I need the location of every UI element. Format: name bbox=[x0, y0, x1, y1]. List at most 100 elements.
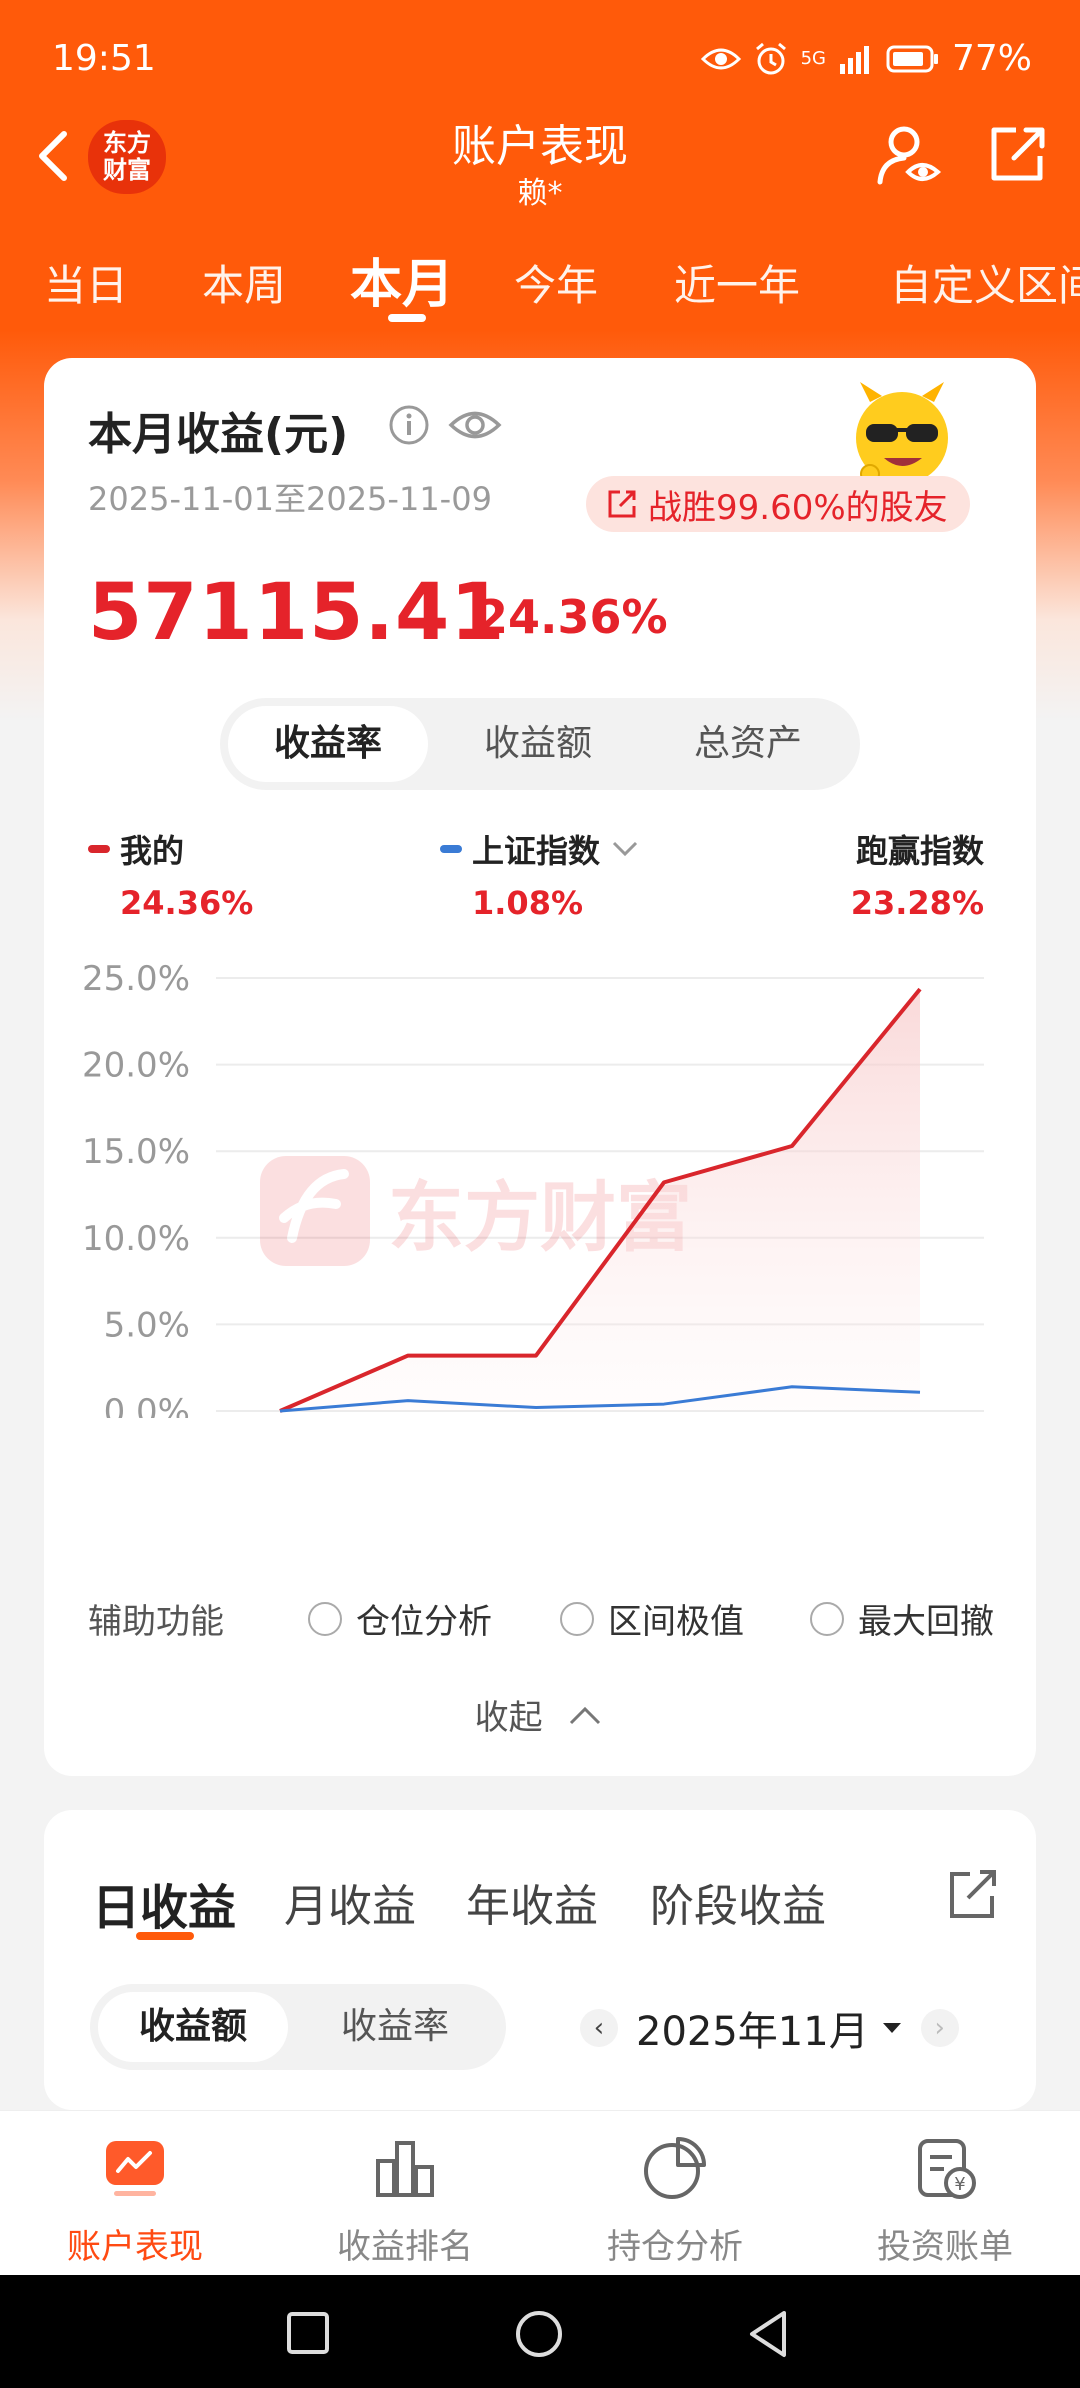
beat-rank-badge[interactable]: 战胜99.60%的股友 bbox=[586, 476, 970, 532]
legend-index-name: 上证指数 bbox=[472, 832, 601, 870]
bottom-nav-ranking[interactable]: 收益排名 bbox=[270, 2111, 540, 2276]
y-tick-label: 10.0% bbox=[82, 1219, 190, 1259]
profit-rate: 24.36% bbox=[476, 590, 668, 644]
legend-index-swatch bbox=[440, 845, 462, 853]
caret-down-icon[interactable] bbox=[881, 2021, 903, 2035]
y-tick-label: 15.0% bbox=[82, 1132, 190, 1172]
income-card: 日收益 月收益 年收益 阶段收益 收益额 收益率 ‹ 2025年11月 › bbox=[44, 1810, 1036, 2110]
tab-custom[interactable]: 自定义区间 bbox=[890, 252, 1080, 313]
bottom-nav-bill-label: 投资账单 bbox=[877, 2227, 1013, 2267]
bottom-nav-account[interactable]: 账户表现 bbox=[0, 2111, 270, 2276]
nav-header: 东方 财富 账户表现 赖* bbox=[0, 100, 1080, 220]
radio-position[interactable] bbox=[308, 1601, 342, 1636]
bill-icon: ¥ bbox=[918, 2139, 976, 2199]
y-tick-label: 25.0% bbox=[82, 959, 190, 999]
bottom-nav-ranking-label: 收益排名 bbox=[337, 2227, 473, 2267]
battery-icon bbox=[886, 45, 938, 72]
legend-mine: 我的 24.36% bbox=[88, 826, 253, 922]
recent-apps-icon[interactable] bbox=[286, 2311, 330, 2355]
bottom-nav-account-label: 账户表现 bbox=[67, 2227, 203, 2267]
income-tab-monthly[interactable]: 月收益 bbox=[284, 1870, 416, 1934]
legend-index[interactable]: 上证指数 1.08% bbox=[440, 826, 640, 922]
aux-option-drawdown[interactable]: 最大回撤 bbox=[810, 1594, 994, 1643]
visibility-eye-icon[interactable] bbox=[448, 402, 502, 448]
metric-tab-assets[interactable]: 总资产 bbox=[648, 706, 848, 782]
income-metric-rate[interactable]: 收益率 bbox=[300, 1992, 490, 2062]
radio-drawdown[interactable] bbox=[810, 1601, 844, 1636]
prev-month-button[interactable]: ‹ bbox=[580, 2009, 618, 2047]
status-time: 19:51 bbox=[52, 38, 156, 79]
chevron-up-icon bbox=[570, 1706, 601, 1724]
network-label: 5G bbox=[800, 47, 826, 69]
tab-year[interactable]: 今年 bbox=[514, 252, 598, 313]
bottom-nav: 账户表现 收益排名 持仓分析 ¥ 投资账单 bbox=[0, 2110, 1080, 2275]
month-selector: ‹ 2025年11月 › bbox=[580, 1988, 959, 2068]
bottom-nav-holdings-label: 持仓分析 bbox=[607, 2227, 743, 2267]
tab-today[interactable]: 当日 bbox=[44, 252, 128, 313]
legend-outperform-value: 23.28% bbox=[850, 884, 984, 922]
account-chart-icon bbox=[106, 2141, 164, 2196]
aux-option-drawdown-label: 最大回撤 bbox=[858, 1602, 994, 1642]
date-range: 2025-11-01至2025-11-09 bbox=[88, 480, 492, 518]
y-tick-label: 20.0% bbox=[82, 1046, 190, 1086]
profit-amount: 57115.41 bbox=[88, 568, 506, 658]
battery-level: 77% bbox=[951, 38, 1032, 79]
pie-chart-icon bbox=[644, 2137, 706, 2199]
info-icon[interactable] bbox=[388, 404, 430, 446]
summary-card: 本月收益(元) 2025-11-01至2025-11-09 战胜99.60%的股… bbox=[44, 358, 1036, 1776]
income-tab-indicator bbox=[136, 1932, 194, 1940]
system-nav-bar bbox=[0, 2275, 1080, 2388]
legend-mine-swatch bbox=[88, 845, 110, 853]
export-icon[interactable] bbox=[944, 1866, 1000, 1922]
metric-switch: 收益率 收益额 总资产 bbox=[220, 698, 860, 790]
period-tabs: 当日 本周 本月 今年 近一年 自定义区间 bbox=[0, 240, 1080, 330]
legend-mine-name: 我的 bbox=[120, 832, 185, 870]
aux-option-extreme[interactable]: 区间极值 bbox=[560, 1594, 744, 1643]
radio-extreme[interactable] bbox=[560, 1601, 594, 1636]
legend-outperform: 跑赢指数 23.28% bbox=[851, 826, 984, 922]
status-bar: 19:51 5G 77% bbox=[0, 0, 1080, 115]
share-icon[interactable] bbox=[986, 124, 1048, 186]
tab-week[interactable]: 本周 bbox=[202, 252, 286, 313]
legend-mine-value: 24.36% bbox=[120, 884, 254, 922]
beat-rank-text: 战胜99.60%的股友 bbox=[648, 487, 948, 528]
bottom-nav-holdings[interactable]: 持仓分析 bbox=[540, 2111, 810, 2276]
back-nav-icon[interactable] bbox=[746, 2309, 790, 2359]
status-icons: 5G 77% bbox=[700, 38, 1032, 79]
aux-label: 辅助功能 bbox=[88, 1602, 224, 1642]
income-tab-yearly[interactable]: 年收益 bbox=[466, 1870, 598, 1934]
legend-index-value: 1.08% bbox=[472, 884, 584, 922]
income-tab-daily[interactable]: 日收益 bbox=[92, 1868, 236, 1938]
summary-title: 本月收益(元) bbox=[88, 409, 349, 460]
legend-outperform-name: 跑赢指数 bbox=[855, 832, 984, 870]
alarm-icon bbox=[755, 42, 786, 74]
aux-option-position-label: 仓位分析 bbox=[356, 1602, 492, 1642]
svg-text:¥: ¥ bbox=[954, 2174, 965, 2195]
income-tab-stage[interactable]: 阶段收益 bbox=[650, 1870, 826, 1934]
bottom-nav-bill[interactable]: ¥ 投资账单 bbox=[810, 2111, 1080, 2276]
ranking-bars-icon bbox=[376, 2141, 434, 2197]
tab-last-year[interactable]: 近一年 bbox=[674, 252, 800, 313]
eye-status-icon bbox=[700, 48, 741, 69]
user-view-icon[interactable] bbox=[874, 122, 944, 192]
metric-tab-amount[interactable]: 收益额 bbox=[438, 706, 638, 782]
aux-option-position[interactable]: 仓位分析 bbox=[308, 1594, 492, 1643]
y-tick-label: 0.0% bbox=[104, 1392, 190, 1418]
chevron-down-icon bbox=[612, 841, 638, 857]
metric-tab-rate[interactable]: 收益率 bbox=[228, 706, 428, 782]
next-month-button[interactable]: › bbox=[920, 2009, 959, 2047]
month-label[interactable]: 2025年11月 bbox=[636, 1999, 869, 2057]
y-tick-label: 5.0% bbox=[104, 1305, 190, 1345]
aux-option-extreme-label: 区间极值 bbox=[608, 1602, 744, 1642]
collapse-toggle[interactable]: 收起 bbox=[44, 1690, 1036, 1739]
return-line-chart[interactable]: 东方财富 25.0%20.0%15.0%10.0%5.0%0.0%10-3111… bbox=[44, 928, 1036, 1418]
signal-icon: 5G bbox=[800, 47, 826, 69]
collapse-label: 收起 bbox=[474, 1698, 543, 1738]
active-tab-indicator bbox=[388, 314, 426, 322]
watermark-logo-icon bbox=[260, 1156, 370, 1266]
income-metric-switch: 收益额 收益率 bbox=[90, 1984, 506, 2070]
tab-month[interactable]: 本月 bbox=[350, 242, 454, 317]
income-metric-amount[interactable]: 收益额 bbox=[98, 1992, 288, 2062]
signal-bars-icon bbox=[839, 45, 869, 74]
home-icon[interactable] bbox=[514, 2309, 564, 2359]
